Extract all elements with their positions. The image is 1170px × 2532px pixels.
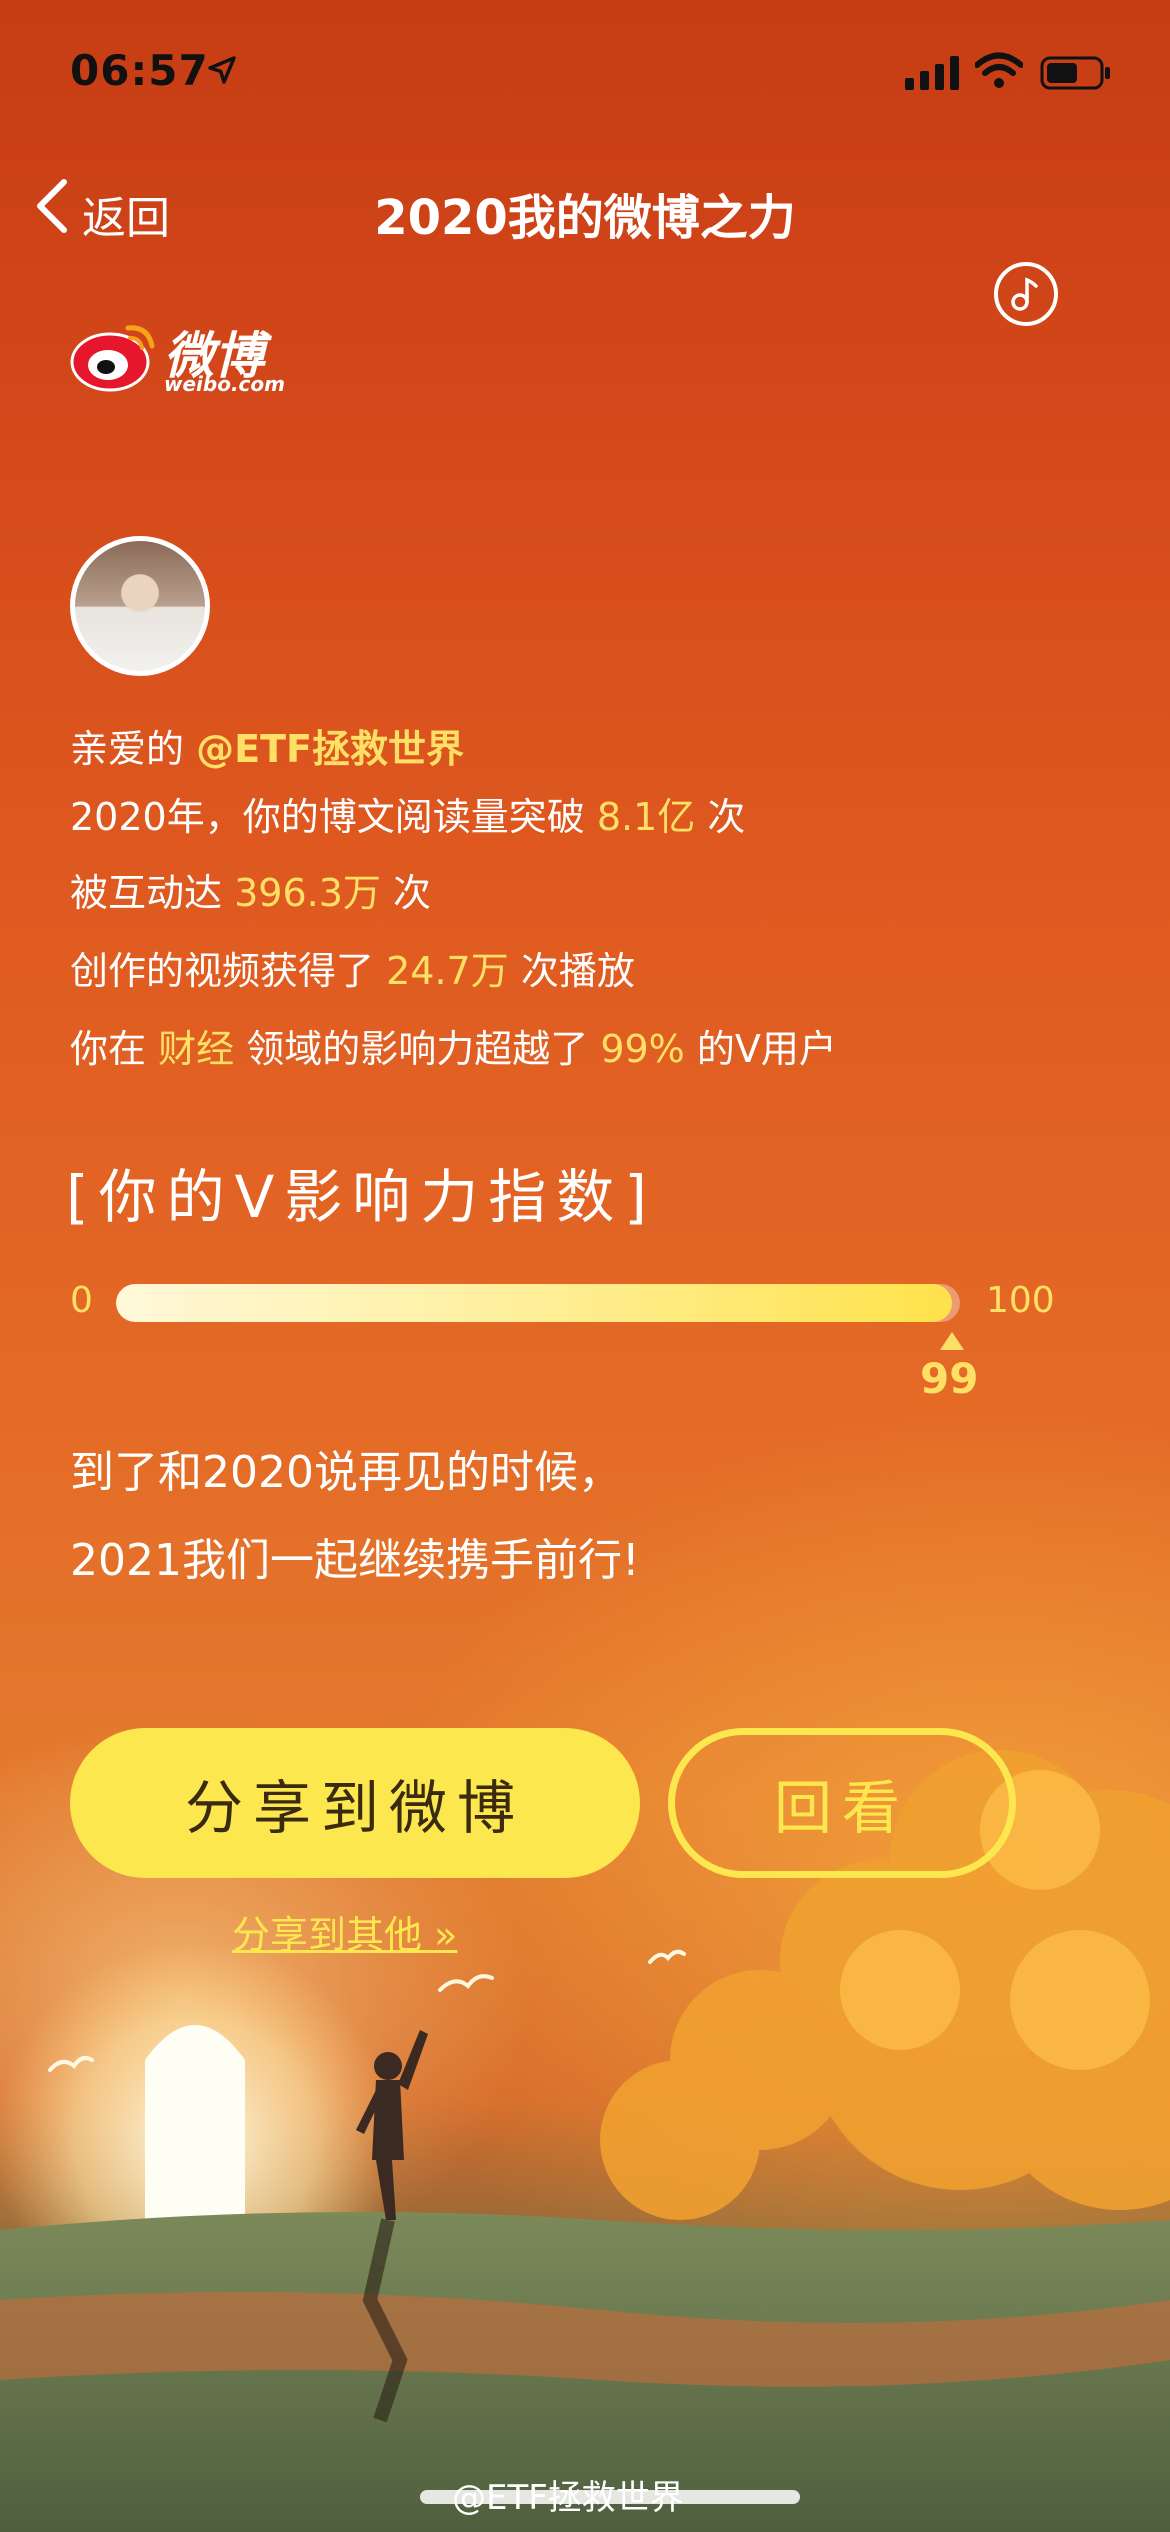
weibo-logo: 微博 weibo.com [66,310,296,400]
reads-value: 8.1亿 [596,795,696,839]
reads-line: 2020年，你的博文阅读量突破 8.1亿 次 [70,786,745,841]
video-line: 创作的视频获得了 24.7万 次播放 [70,940,635,995]
farewell-line-1: 到了和2020说再见的时候， [70,1447,622,1498]
username-link[interactable]: @ETF拯救世界 [196,727,464,771]
video-suffix: 次播放 [520,949,635,993]
logo-domain: weibo.com [164,372,285,396]
signal-icon [905,56,959,90]
reads-prefix: 2020年，你的博文阅读量突破 [70,795,585,839]
progress-max-label: 100 [986,1280,1055,1321]
influence-progress-fill [116,1284,952,1322]
video-prefix: 创作的视频获得了 [70,949,375,993]
music-note-icon [1011,277,1038,311]
status-time: 06:57 [70,46,209,95]
progress-value-label: 99 [920,1354,979,1403]
farewell-line-2: 2021我们一起继续携手前行! [70,1535,640,1586]
domain-line: 你在 财经 领域的影响力超越了 99% 的V用户 [70,1018,837,1073]
interactions-suffix: 次 [393,871,432,915]
interactions-value: 396.3万 [234,871,381,915]
greeting-prefix: 亲爱的 [70,727,185,771]
progress-min-label: 0 [70,1280,93,1321]
domain-suffix: 的V用户 [696,1027,837,1071]
wifi-icon [975,52,1023,88]
greeting-line: 亲爱的 @ETF拯救世界 [70,718,464,773]
interactions-prefix: 被互动达 [70,871,223,915]
review-button[interactable]: 回看 [668,1728,1016,1878]
influence-index-title: [你的V影响力指数] [66,1163,657,1231]
domain-prefix: 你在 [70,1027,147,1071]
domain-value: 财经 [158,1027,235,1071]
interactions-line: 被互动达 396.3万 次 [70,862,431,917]
page-title: 2020我的微博之力 [374,190,796,246]
video-value: 24.7万 [386,949,509,993]
share-to-weibo-button[interactable]: 分享到微博 [70,1728,640,1878]
music-toggle-button[interactable] [994,262,1058,326]
progress-marker-icon [940,1332,964,1350]
avatar[interactable] [70,536,210,676]
influence-progress-bar [116,1284,960,1322]
location-arrow-icon [208,56,236,84]
share-to-other-link[interactable]: 分享到其他 » [232,1904,457,1959]
reads-suffix: 次 [707,795,746,839]
watermark: @ETF拯救世界 [452,2478,684,2518]
battery-icon [1040,56,1110,90]
domain-percent: 99% [600,1027,685,1071]
domain-middle: 领域的影响力超越了 [246,1027,589,1071]
